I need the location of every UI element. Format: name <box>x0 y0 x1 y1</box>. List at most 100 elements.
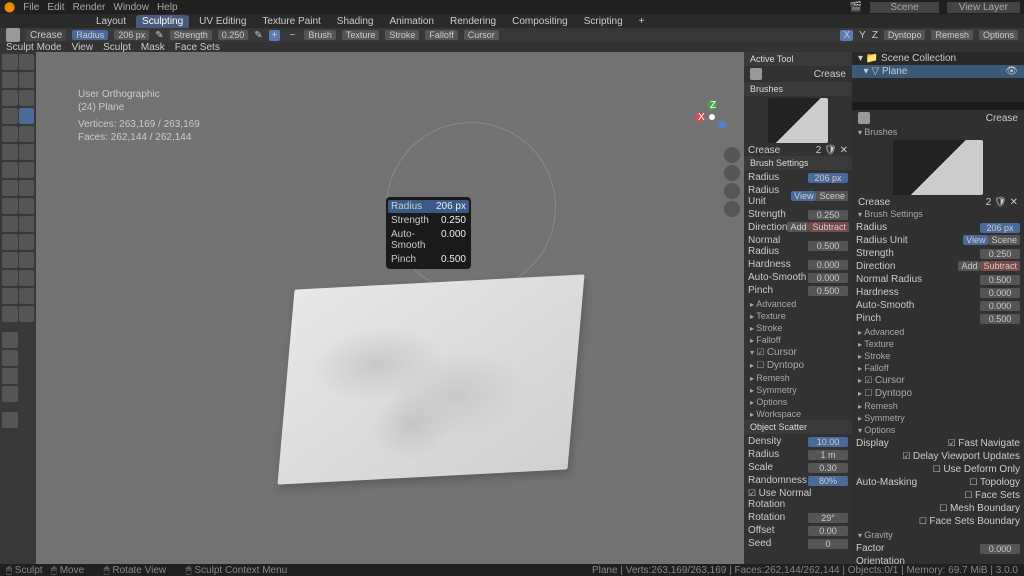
pfld-strength[interactable]: 0.250 <box>980 249 1020 259</box>
panel-workspace[interactable]: Workspace <box>744 408 852 420</box>
pfld-view[interactable]: View <box>963 235 988 245</box>
brush-icon[interactable] <box>6 28 20 42</box>
props-gravity[interactable]: Gravity <box>852 529 1024 541</box>
tool-crease[interactable] <box>19 108 35 124</box>
direction-sub[interactable]: − <box>286 30 298 41</box>
panel-active-tool[interactable]: Active Tool <box>744 52 852 66</box>
chk-fsb[interactable]: ☐ <box>919 516 930 526</box>
chk-fastnav[interactable]: ☑ <box>948 438 959 448</box>
tool-rotate[interactable] <box>19 216 35 232</box>
panel-brushes-hdr[interactable]: Brushes <box>744 82 852 96</box>
tool-layer[interactable] <box>2 90 18 106</box>
hdr-stroke[interactable]: Stroke <box>385 30 419 40</box>
fld-scene[interactable]: Scene <box>816 191 848 201</box>
tab-animation[interactable]: Animation <box>384 15 440 28</box>
menu-edit[interactable]: Edit <box>47 2 64 13</box>
tool-fill[interactable] <box>2 144 18 160</box>
strength-value[interactable]: 0.250 <box>218 30 249 40</box>
pfld-pinch[interactable]: 0.500 <box>980 314 1020 324</box>
fld-auto[interactable]: 0.000 <box>808 273 848 283</box>
panel-scatter-hdr[interactable]: Object Scatter <box>744 420 852 434</box>
chk-mb[interactable]: ☐ <box>939 503 950 513</box>
tool-blob[interactable] <box>2 108 18 124</box>
props-advanced[interactable]: Advanced <box>852 326 1024 338</box>
symmetry-x[interactable]: X <box>840 30 853 41</box>
panel-cursor[interactable]: ☑ Cursor <box>744 346 852 359</box>
props-texture[interactable]: Texture <box>852 338 1024 350</box>
props-cursor[interactable]: ☑ Cursor <box>852 374 1024 387</box>
fld-scale[interactable]: 0.30 <box>808 463 848 473</box>
tool-draw[interactable] <box>2 54 18 70</box>
tool-thumb[interactable] <box>2 198 18 214</box>
tool-scrape[interactable] <box>19 144 35 160</box>
sculpt-object[interactable] <box>277 274 584 484</box>
pfld-scene[interactable]: Scene <box>988 235 1020 245</box>
pfld-radius[interactable]: 206 px <box>980 223 1020 233</box>
props-stroke[interactable]: Stroke <box>852 350 1024 362</box>
tab-compositing[interactable]: Compositing <box>506 15 574 28</box>
scene-field[interactable]: Scene <box>870 2 938 13</box>
menu-help[interactable]: Help <box>157 2 178 13</box>
symmetry-z[interactable]: Z <box>872 30 878 41</box>
panel-dyntopo[interactable]: ☐ Dyntopo <box>744 359 852 372</box>
hdr-falloff[interactable]: Falloff <box>425 30 457 40</box>
tool-rotate2[interactable] <box>2 350 18 366</box>
tool-scale[interactable] <box>2 368 18 384</box>
fld-density[interactable]: 10.00 <box>808 437 848 447</box>
camera-icon[interactable] <box>724 183 740 199</box>
panel-remesh[interactable]: Remesh <box>744 372 852 384</box>
popup-autosmooth[interactable]: Auto-Smooth0.000 <box>388 228 469 252</box>
hdr-cursor[interactable]: Cursor <box>464 30 499 40</box>
hdr-texture[interactable]: Texture <box>342 30 380 40</box>
brush-name[interactable]: Crease <box>26 30 66 41</box>
brush-preview[interactable] <box>768 98 828 143</box>
chk-delayvp[interactable]: ☑ <box>902 451 913 461</box>
props-brushsettings[interactable]: Brush Settings <box>852 208 1024 220</box>
tool-pose[interactable] <box>19 198 35 214</box>
perspective-icon[interactable] <box>724 201 740 217</box>
tool-drawfs[interactable] <box>19 270 35 286</box>
fld-sub[interactable]: Subtract <box>809 222 849 232</box>
viewport-3d[interactable]: User Orthographic (24) Plane Vertices: 2… <box>36 52 744 564</box>
tab-shading[interactable]: Shading <box>331 15 380 28</box>
panel-options[interactable]: Options <box>744 396 852 408</box>
pfld-sub[interactable]: Subtract <box>980 261 1020 271</box>
pressure-radius-icon[interactable]: ✎ <box>155 30 163 41</box>
props-falloff[interactable]: Falloff <box>852 362 1024 374</box>
menu-window[interactable]: Window <box>113 2 149 13</box>
direction-add[interactable]: + <box>269 30 281 41</box>
tab-add[interactable]: + <box>633 15 651 28</box>
tab-sculpting[interactable]: Sculpting <box>136 15 189 28</box>
fld-radius[interactable]: 206 px <box>808 173 848 183</box>
pfld-auto[interactable]: 0.000 <box>980 301 1020 311</box>
outliner-plane[interactable]: ▾ ▽ Plane👁 <box>852 65 1024 78</box>
chk-topo[interactable]: ☐ <box>969 477 980 487</box>
panel-symmetry[interactable]: Symmetry <box>744 384 852 396</box>
tool-clay[interactable] <box>2 72 18 88</box>
fld-rotation[interactable]: 29° <box>808 513 848 523</box>
chk-fs[interactable]: ☐ <box>964 490 975 500</box>
tab-layout[interactable]: Layout <box>90 15 132 28</box>
hdr-view[interactable]: View <box>72 42 94 53</box>
menu-file[interactable]: File <box>23 2 39 13</box>
hdr-remesh[interactable]: Remesh <box>931 30 973 40</box>
nav-gizmo[interactable]: XZ <box>692 97 732 137</box>
tool-nudge[interactable] <box>2 216 18 232</box>
fld-add[interactable]: Add <box>787 222 809 232</box>
chk-deform[interactable]: ☐ <box>933 464 944 474</box>
radius-value[interactable]: 206 px <box>114 30 149 40</box>
pfld-factor[interactable]: 0.000 <box>980 544 1020 554</box>
hdr-brush[interactable]: Brush <box>304 30 336 40</box>
hdr-mask[interactable]: Mask <box>141 42 165 53</box>
hdr-sculpt[interactable]: Sculpt <box>103 42 131 53</box>
props-brushes[interactable]: Brushes <box>852 126 1024 138</box>
tool-mask[interactable] <box>2 270 18 286</box>
tool-transform[interactable] <box>2 386 18 402</box>
panel-stroke[interactable]: Stroke <box>744 322 852 334</box>
tool-move[interactable] <box>2 332 18 348</box>
fld-view[interactable]: View <box>791 191 816 201</box>
tool-annotate[interactable] <box>2 412 18 428</box>
tool-boundary[interactable] <box>19 234 35 250</box>
tool-cloth[interactable] <box>2 252 18 268</box>
blender-icon[interactable]: ⬤ <box>4 2 15 13</box>
